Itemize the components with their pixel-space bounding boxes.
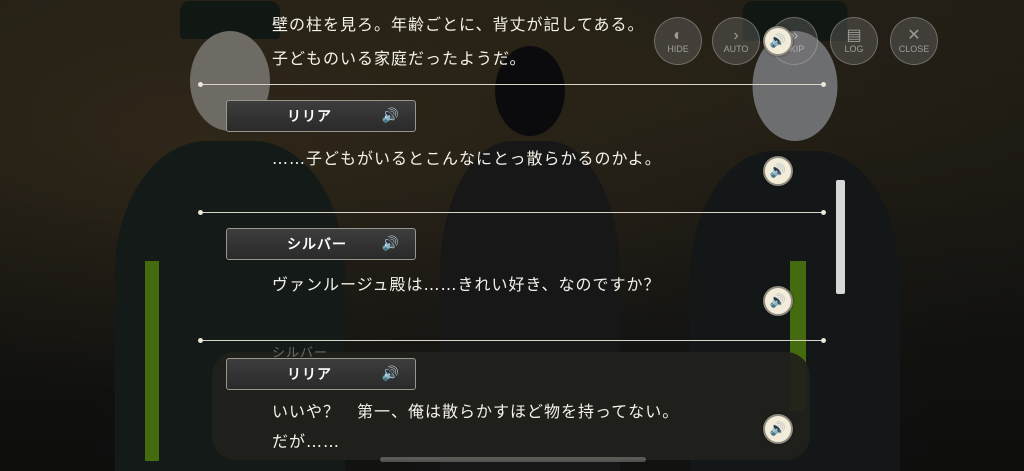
- log-divider: [198, 82, 826, 87]
- speaker-name: リリア: [287, 367, 332, 383]
- voice-play-icon[interactable]: 🔊: [763, 286, 793, 316]
- log-text-line: 壁の柱を見ろ。年齢ごとに、背丈が記してある。: [272, 15, 645, 34]
- voice-play-icon[interactable]: 🔊: [763, 26, 793, 56]
- speaker-icon: 🔊: [381, 366, 399, 382]
- hide-icon: ◐: [673, 27, 683, 44]
- speaker-name: リリア: [287, 109, 332, 125]
- close-button[interactable]: ✕ CLOSE: [890, 17, 938, 65]
- log-divider: [198, 210, 826, 215]
- hide-label: HIDE: [667, 44, 689, 54]
- close-label: CLOSE: [898, 44, 930, 54]
- auto-icon: ›: [733, 27, 739, 44]
- auto-label: AUTO: [723, 44, 749, 54]
- speaker-icon: 🔊: [381, 108, 399, 124]
- speaker-name: シルバー: [287, 237, 347, 253]
- log-label: LOG: [844, 44, 864, 54]
- log-text-line: いいや？ 第一、俺は散らかすほど物を持ってない。: [272, 402, 680, 421]
- log-text-line: 子どものいる家庭だったようだ。: [272, 49, 527, 68]
- voice-play-icon[interactable]: 🔊: [763, 156, 793, 186]
- log-icon: ▤: [846, 27, 862, 44]
- voice-play-icon[interactable]: 🔊: [763, 414, 793, 444]
- hide-button[interactable]: ◐ HIDE: [654, 17, 702, 65]
- log-text-line: ヴァンルージュ殿は……きれい好き、なのですか？: [272, 275, 661, 294]
- close-icon: ✕: [907, 27, 921, 44]
- auto-button[interactable]: › AUTO: [712, 17, 760, 65]
- speaker-nameplate: リリア 🔊: [226, 100, 416, 132]
- log-text-line: だが……: [272, 432, 341, 451]
- speaker-icon: 🔊: [381, 236, 399, 252]
- log-text-line: ……子どもがいるとこんなにとっ散らかるのかよ。: [272, 149, 662, 168]
- home-indicator: [380, 457, 646, 462]
- speaker-nameplate: リリア 🔊: [226, 358, 416, 390]
- speaker-nameplate: シルバー 🔊: [226, 228, 416, 260]
- log-scrollbar[interactable]: [836, 180, 845, 294]
- log-button[interactable]: ▤ LOG: [830, 17, 878, 65]
